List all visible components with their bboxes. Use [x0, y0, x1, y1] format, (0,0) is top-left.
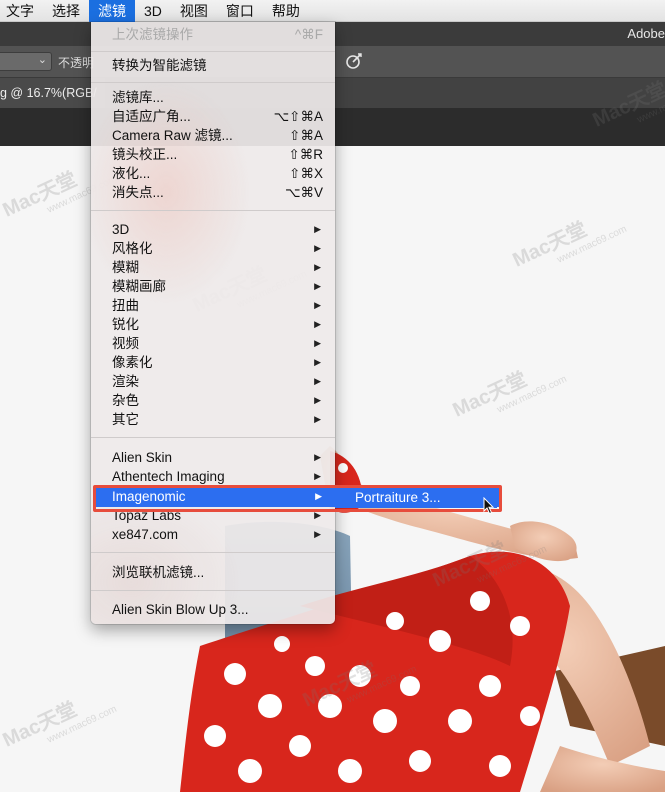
- menu-item-label: Athentech Imaging: [112, 469, 225, 484]
- menu-item-label: 滤镜库...: [112, 90, 164, 105]
- document-tab[interactable]: g @ 16.7%(RGB/: [0, 78, 105, 108]
- menu-item-blur[interactable]: 模糊 ▶: [91, 258, 335, 277]
- menu-window[interactable]: 窗口: [217, 0, 263, 22]
- menu-item-label: 风格化: [112, 241, 153, 256]
- menu-item-stylize[interactable]: 风格化 ▶: [91, 239, 335, 258]
- menu-item-render[interactable]: 渲染 ▶: [91, 372, 335, 391]
- submenu-arrow-icon: ▶: [314, 414, 321, 424]
- menu-item-label: 上次滤镜操作: [112, 27, 193, 42]
- menu-item-distort[interactable]: 扭曲 ▶: [91, 296, 335, 315]
- menu-item-camera-raw[interactable]: Camera Raw 滤镜... ⇧⌘A: [91, 126, 335, 145]
- menu-item-filter-gallery[interactable]: 滤镜库...: [91, 88, 335, 107]
- menu-item-vanishing-point[interactable]: 消失点... ⌥⌘V: [91, 183, 335, 202]
- menu-item-label: 液化...: [112, 166, 151, 181]
- submenu-arrow-icon: ▶: [314, 262, 321, 272]
- menu-item-browse-online-filters[interactable]: 浏览联机滤镜...: [91, 563, 335, 582]
- menu-item-athentech[interactable]: Athentech Imaging ▶: [91, 467, 335, 486]
- submenu-arrow-icon: ▶: [314, 281, 321, 291]
- submenu-arrow-icon: ▶: [314, 243, 321, 253]
- menu-item-other[interactable]: 其它 ▶: [91, 410, 335, 429]
- shortcut-label: ⌥⌘V: [284, 185, 323, 200]
- menu-separator: [91, 552, 335, 553]
- menu-item-pixelate[interactable]: 像素化 ▶: [91, 353, 335, 372]
- menu-item-adaptive-wide-angle[interactable]: 自适应广角... ⌥⇧⌘A: [91, 107, 335, 126]
- menu-item-label: 镜头校正...: [112, 147, 178, 162]
- menu-view[interactable]: 视图: [171, 0, 217, 22]
- menu-item-label: 模糊: [112, 260, 139, 275]
- menu-item-label: xe847.com: [112, 527, 179, 542]
- menu-select[interactable]: 选择: [43, 0, 89, 22]
- menu-filter[interactable]: 滤镜: [89, 0, 135, 22]
- menu-item-label: 视频: [112, 336, 139, 351]
- menu-item-label: Alien Skin Blow Up 3...: [112, 602, 249, 617]
- menu-item-label: 渲染: [112, 374, 139, 389]
- menu-item-noise[interactable]: 杂色 ▶: [91, 391, 335, 410]
- submenu-arrow-icon: ▶: [314, 529, 321, 539]
- menu-item-label: 消失点...: [112, 185, 164, 200]
- menu-item-label: 3D: [112, 222, 130, 237]
- chevron-down-icon: ⌄: [37, 54, 47, 66]
- submenu-arrow-icon: ▶: [314, 338, 321, 348]
- menu-item-alien-skin[interactable]: Alien Skin ▶: [91, 448, 335, 467]
- submenu-arrow-icon: ▶: [314, 300, 321, 310]
- menu-item-label: 像素化: [112, 355, 153, 370]
- menu-separator: [91, 82, 335, 83]
- shortcut-label: ⇧⌘R: [288, 147, 323, 162]
- opacity-label: 不透明: [58, 56, 95, 70]
- menu-item-convert-smart-filter[interactable]: 转换为智能滤镜: [91, 56, 335, 75]
- menu-separator: [91, 590, 335, 591]
- menu-item-label: 锐化: [112, 317, 139, 332]
- menu-item-label: Camera Raw 滤镜...: [112, 128, 233, 143]
- menu-separator: [91, 51, 335, 52]
- shortcut-label: ⇧⌘X: [289, 166, 323, 181]
- highlight-annotation-box: [93, 485, 502, 512]
- menu-3d[interactable]: 3D: [135, 0, 171, 22]
- menu-item-label: 转换为智能滤镜: [112, 58, 207, 73]
- submenu-arrow-icon: ▶: [314, 376, 321, 386]
- submenu-arrow-icon: ▶: [314, 395, 321, 405]
- menu-item-liquify[interactable]: 液化... ⇧⌘X: [91, 164, 335, 183]
- menu-separator: [91, 210, 335, 211]
- submenu-arrow-icon: ▶: [314, 471, 321, 481]
- airbrush-icon[interactable]: [344, 51, 364, 71]
- menu-item-video[interactable]: 视频 ▶: [91, 334, 335, 353]
- menu-item-xe847[interactable]: xe847.com ▶: [91, 525, 335, 544]
- menu-item-label: 其它: [112, 412, 139, 427]
- menu-separator: [91, 437, 335, 438]
- mouse-cursor-icon: [483, 497, 495, 515]
- menu-item-3d[interactable]: 3D ▶: [91, 220, 335, 239]
- shortcut-label: ⇧⌘A: [289, 128, 323, 143]
- submenu-arrow-icon: ▶: [314, 224, 321, 234]
- menu-item-label: 浏览联机滤镜...: [112, 565, 205, 580]
- menu-item-label: 杂色: [112, 393, 139, 408]
- menu-help[interactable]: 帮助: [263, 0, 309, 22]
- menu-item-label: Alien Skin: [112, 450, 173, 465]
- menu-item-label: 扭曲: [112, 298, 139, 313]
- menu-item-alien-skin-blowup[interactable]: Alien Skin Blow Up 3...: [91, 600, 335, 619]
- menu-item-blur-gallery[interactable]: 模糊画廊 ▶: [91, 277, 335, 296]
- submenu-arrow-icon: ▶: [314, 452, 321, 462]
- menu-item-label: 自适应广角...: [112, 109, 191, 124]
- menu-item-lens-correction[interactable]: 镜头校正... ⇧⌘R: [91, 145, 335, 164]
- menu-item-label: 模糊画廊: [112, 279, 166, 294]
- submenu-arrow-icon: ▶: [314, 319, 321, 329]
- filter-menu: 上次滤镜操作 ^⌘F 转换为智能滤镜 滤镜库... 自适应广角... ⌥⇧⌘A …: [91, 22, 500, 624]
- shortcut-label: ^⌘F: [294, 27, 323, 42]
- tool-preset-select[interactable]: ⌄: [0, 52, 52, 71]
- submenu-arrow-icon: ▶: [314, 357, 321, 367]
- menu-bar: 文字 选择 滤镜 3D 视图 窗口 帮助: [0, 0, 665, 22]
- menu-item-sharpen[interactable]: 锐化 ▶: [91, 315, 335, 334]
- shortcut-label: ⌥⇧⌘A: [273, 109, 323, 124]
- menu-item-last-filter: 上次滤镜操作 ^⌘F: [91, 25, 335, 44]
- app-title: Adobe: [627, 26, 665, 41]
- menu-type[interactable]: 文字: [0, 0, 43, 22]
